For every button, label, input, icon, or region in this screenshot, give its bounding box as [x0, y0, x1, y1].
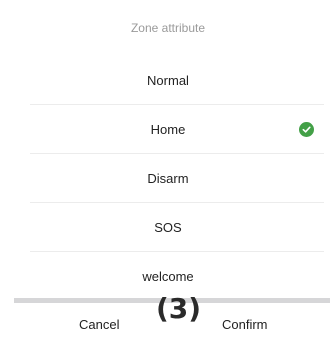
- option-label: SOS: [154, 220, 182, 235]
- option-label: Disarm: [147, 171, 189, 186]
- zone-attribute-picker: Zone attribute Normal Home Disarm SOS we…: [0, 0, 336, 343]
- checkmark-glyph: [302, 126, 311, 133]
- option-list: Normal Home Disarm SOS welcome: [0, 56, 336, 301]
- check-circle-icon: [299, 121, 314, 137]
- option-label: Normal: [147, 73, 189, 88]
- step-annotation: (3): [156, 292, 202, 325]
- option-label: Home: [150, 122, 186, 137]
- cancel-button[interactable]: Cancel: [79, 317, 119, 332]
- option-normal[interactable]: Normal: [0, 56, 336, 105]
- option-disarm[interactable]: Disarm: [0, 154, 336, 203]
- option-sos[interactable]: SOS: [0, 203, 336, 252]
- option-label: welcome: [142, 269, 194, 284]
- option-home[interactable]: Home: [0, 105, 336, 154]
- picker-title: Zone attribute: [130, 21, 206, 35]
- confirm-button[interactable]: Confirm: [222, 317, 268, 332]
